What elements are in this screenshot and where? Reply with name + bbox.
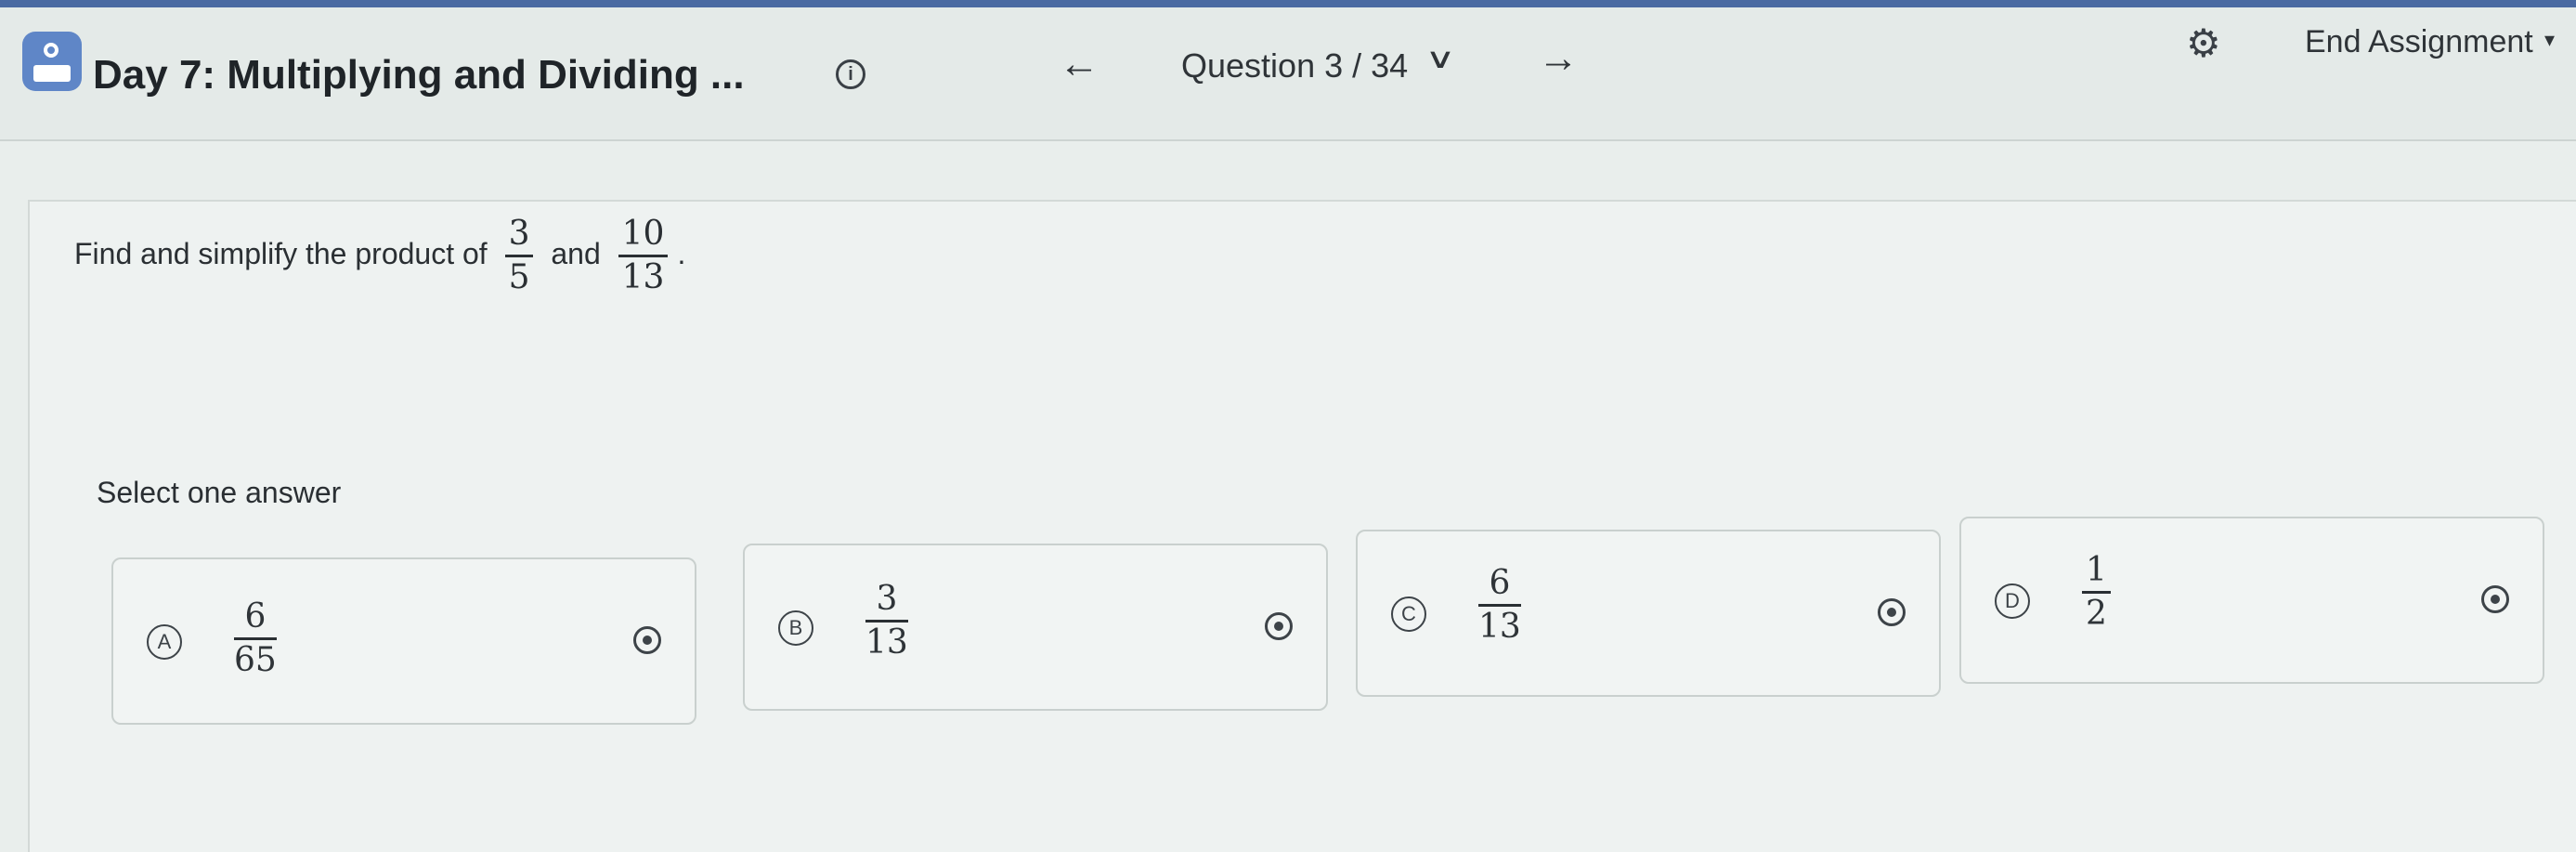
answer-options: A 6 65 B 3 13 C 6 13 D 1 2 [111,502,2544,725]
answer-option-d[interactable]: D 1 2 [1959,517,2544,684]
question-prefix: Find and simplify the product of [74,236,488,270]
question-joiner: and [551,236,601,270]
top-accent-strip [0,0,2576,7]
previous-question-arrow-icon[interactable]: ← [1059,41,1099,87]
eliminate-eye-icon[interactable] [2481,585,2509,613]
question-text: Find and simplify the product of 3 5 and… [74,214,685,298]
option-letter-d: D [1995,583,2030,619]
next-question-arrow-icon[interactable]: → [1538,35,1579,82]
info-icon[interactable]: i [836,59,865,89]
fraction-ten-thirteenths: 10 13 [618,214,669,298]
option-d-fraction: 1 2 [2082,550,2111,635]
eliminate-eye-icon[interactable] [1878,598,1906,626]
option-c-fraction: 6 13 [1478,564,1521,646]
eliminate-eye-icon[interactable] [633,626,661,654]
answer-option-c[interactable]: C 6 13 [1356,530,1941,697]
fraction-three-fifths: 3 5 [504,214,534,298]
question-counter[interactable]: Question 3 / 34 [1181,46,1408,85]
option-b-fraction: 3 13 [865,580,908,662]
option-a-fraction: 6 65 [234,597,277,679]
app-logo-icon[interactable] [22,32,82,91]
option-letter-b: B [778,610,813,646]
answer-option-a[interactable]: A 6 65 [111,557,696,725]
option-letter-c: C [1391,596,1426,632]
top-bar: Day 7: Multiplying and Dividing ... i ← … [0,0,2576,141]
assignment-title: Day 7: Multiplying and Dividing ... [93,52,745,98]
question-suffix: . [677,236,686,270]
eliminate-eye-icon[interactable] [1265,612,1293,640]
answer-option-b[interactable]: B 3 13 [743,544,1328,711]
end-assignment-button[interactable]: End Assignment [2305,24,2533,60]
gear-icon[interactable]: ⚙ [2186,20,2221,66]
chevron-down-icon[interactable]: ∨ [1425,43,1456,75]
option-letter-a: A [147,624,182,660]
caret-down-icon[interactable]: ▾ [2544,28,2555,52]
